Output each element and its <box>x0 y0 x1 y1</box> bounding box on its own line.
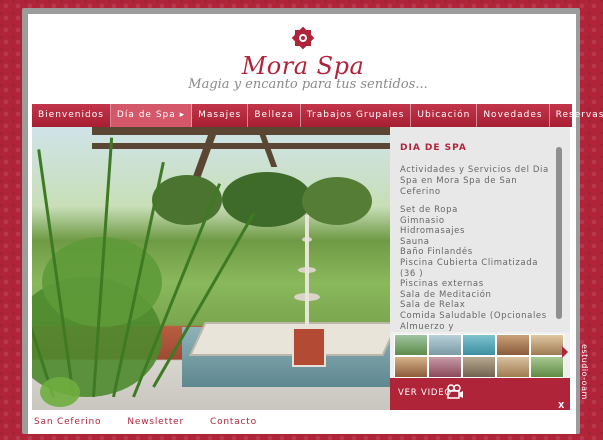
fountain-column <box>305 215 309 327</box>
footer-links: San Ceferino Newsletter Contacto <box>34 417 283 427</box>
thumbnail[interactable] <box>530 334 564 356</box>
pergola-beam <box>92 127 390 135</box>
list-item: Piscina Cubierta Climatizada (36 ) <box>400 257 539 279</box>
enlarge-label[interactable]: ampliar foto <box>487 401 555 411</box>
next-arrow-icon[interactable] <box>562 346 568 358</box>
background-tree <box>302 177 372 225</box>
hero-photo <box>32 127 390 410</box>
list-item: Sala de Meditación <box>400 289 492 300</box>
list-item: Comida Saludable (Opcionales <box>400 310 547 321</box>
nav-item-dia-de-spa[interactable]: Día de Spa ▸ <box>110 104 193 127</box>
list-item: Sauna <box>400 236 430 247</box>
list-item: Baño Finlandés <box>400 247 473 258</box>
nav-item-trabajos-grupales[interactable]: Trabajos Grupales <box>301 104 412 127</box>
brand-name: Mora Spa <box>241 52 365 80</box>
list-item: Sala de Relax <box>400 300 466 311</box>
fountain-pedestal <box>292 327 326 367</box>
video-label[interactable]: VER VIDEO <box>398 388 452 398</box>
panel-scrollbar[interactable] <box>556 147 562 319</box>
services-list: Set de Ropa Gimnasio Hidromasajes Sauna … <box>400 205 550 331</box>
footer-link-contacto[interactable]: Contacto <box>210 417 257 427</box>
thumbnail[interactable] <box>496 334 530 356</box>
background-tree <box>222 172 312 227</box>
list-item: Gimnasio <box>400 215 445 226</box>
thumbnail[interactable] <box>394 356 428 378</box>
pergola-beam <box>92 143 390 149</box>
footer-link-san-ceferino[interactable]: San Ceferino <box>34 417 101 427</box>
designer-credit[interactable]: estudio-oam <box>580 344 589 400</box>
logo <box>258 24 348 52</box>
list-item: Almuerzo y <box>400 321 454 331</box>
main-nav: Bienvenidos Día de Spa ▸ Masajes Belleza… <box>32 104 603 127</box>
scrollbar-thumb[interactable] <box>556 147 562 319</box>
nav-item-bienvenidos[interactable]: Bienvenidos <box>32 104 111 127</box>
tagline: Magia y encanto para tus sentidos... <box>188 77 428 92</box>
page-container: Mora Spa Magia y encanto para tus sentid… <box>28 14 603 434</box>
thumbnail[interactable] <box>462 334 496 356</box>
thumbnail[interactable] <box>428 356 462 378</box>
list-item: Hidromasajes <box>400 226 466 237</box>
video-camera-icon[interactable] <box>446 383 464 401</box>
footer-link-newsletter[interactable]: Newsletter <box>127 417 184 427</box>
list-item: Set de Ropa <box>400 205 458 215</box>
nav-item-belleza[interactable]: Belleza <box>248 104 301 127</box>
panel-intro: Actividades y Servicios del Dia Spa en M… <box>400 165 549 197</box>
nav-item-masajes[interactable]: Masajes <box>192 104 249 127</box>
thumbnail[interactable] <box>462 356 496 378</box>
thumbnail[interactable] <box>530 356 564 378</box>
photo-thumbnails <box>390 332 570 378</box>
nav-item-ubicacion[interactable]: Ubicación <box>411 104 478 127</box>
fountain-rim <box>189 322 390 356</box>
nav-item-novedades[interactable]: Novedades <box>477 104 550 127</box>
panel-title: DIA DE SPA <box>400 143 467 153</box>
close-icon[interactable]: X <box>557 401 566 410</box>
lily-pad <box>40 377 80 407</box>
thumbnail[interactable] <box>496 356 530 378</box>
enlarge-photo-link[interactable]: ampliar foto X <box>487 401 566 411</box>
thumbnail[interactable] <box>394 334 428 356</box>
thumbnail[interactable] <box>428 334 462 356</box>
list-item: Piscinas externas <box>400 279 484 290</box>
star-logo-icon <box>291 26 315 50</box>
info-panel: DIA DE SPA Actividades y Servicios del D… <box>390 127 570 332</box>
nav-item-reservas[interactable]: Reservas <box>550 104 603 127</box>
